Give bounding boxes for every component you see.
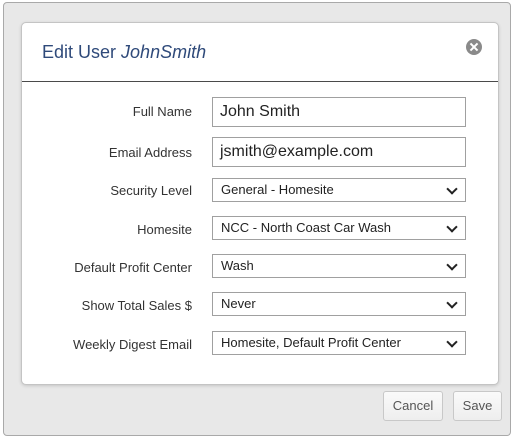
weekly-digest-email-select[interactable]: Homesite, Default Profit Center — [212, 331, 466, 355]
edit-user-dialog: Edit User JohnSmith Full Name John Smith… — [21, 22, 499, 385]
email-input[interactable]: jsmith@example.com — [212, 137, 466, 167]
default-profit-center-value: Wash — [221, 258, 254, 273]
security-level-label: Security Level — [110, 183, 192, 198]
dialog-title-prefix: Edit User — [42, 42, 117, 62]
chevron-down-icon — [446, 297, 458, 309]
dialog-header: Edit User JohnSmith — [22, 23, 498, 82]
chevron-down-icon — [446, 336, 458, 348]
save-button[interactable]: Save — [453, 391, 502, 421]
full-name-input[interactable]: John Smith — [212, 97, 466, 127]
homesite-value: NCC - North Coast Car Wash — [221, 220, 391, 235]
weekly-digest-email-label: Weekly Digest Email — [73, 337, 192, 352]
homesite-select[interactable]: NCC - North Coast Car Wash — [212, 216, 466, 240]
show-total-sales-select[interactable]: Never — [212, 292, 466, 316]
security-level-value: General - Homesite — [221, 182, 334, 197]
close-icon[interactable] — [466, 39, 482, 55]
dialog-title-username: JohnSmith — [121, 42, 207, 62]
chevron-down-icon — [446, 183, 458, 195]
chevron-down-icon — [446, 259, 458, 271]
full-name-label: Full Name — [132, 104, 192, 119]
weekly-digest-email-value: Homesite, Default Profit Center — [221, 335, 401, 350]
show-total-sales-label: Show Total Sales $ — [81, 298, 192, 313]
show-total-sales-value: Never — [221, 296, 256, 311]
chevron-down-icon — [446, 221, 458, 233]
default-profit-center-select[interactable]: Wash — [212, 254, 466, 278]
default-profit-center-label: Default Profit Center — [74, 260, 192, 275]
email-label: Email Address — [108, 145, 192, 160]
security-level-select[interactable]: General - Homesite — [212, 178, 466, 202]
homesite-label: Homesite — [137, 222, 192, 237]
dialog-title: Edit User JohnSmith — [42, 42, 206, 63]
cancel-button[interactable]: Cancel — [383, 391, 443, 421]
